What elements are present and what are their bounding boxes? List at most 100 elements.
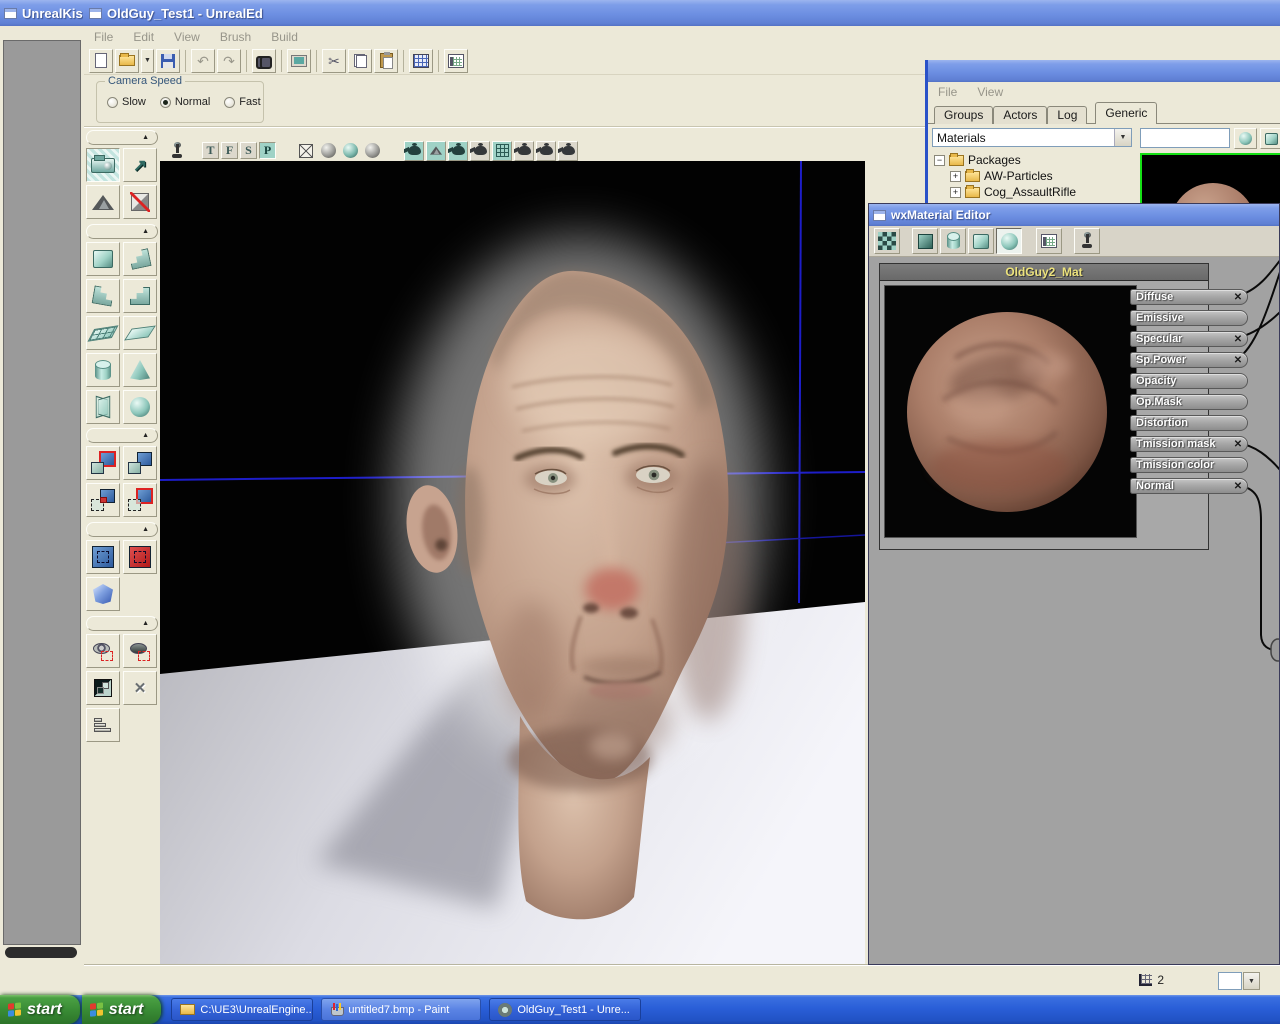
disconnect-icon[interactable]: ✕ [1232,481,1244,492]
toggle-controls-button[interactable] [1074,228,1100,254]
open-map-button[interactable] [115,49,139,73]
tool-geometry-edit-button[interactable] [123,185,157,219]
background-pattern-button[interactable] [874,228,900,254]
show-all-button[interactable]: ✕ [123,671,157,705]
status-combo-dropdown[interactable]: ▼ [1243,972,1260,990]
tree-item-packages[interactable]: − Packages [934,152,1132,168]
camera-speed-fast-radio[interactable]: Fast [224,96,260,108]
show-staticmeshes-button[interactable] [404,141,424,161]
menu-file[interactable]: File [84,30,123,44]
preview-plane-button[interactable] [912,228,938,254]
channel-sp-power[interactable]: Sp.Power✕ [1130,352,1248,368]
browser-menu-file[interactable]: File [928,85,967,99]
csg-add-button[interactable] [86,446,120,480]
kismet-workspace[interactable] [3,40,81,945]
fullscreen-button[interactable] [287,49,311,73]
add-special-brush-button[interactable] [86,540,120,574]
tree-collapse-box[interactable]: − [934,155,945,166]
start-button-secondary[interactable]: start [82,995,162,1024]
menu-view[interactable]: View [164,30,210,44]
channel-tmission-mask[interactable]: Tmission mask✕ [1130,436,1248,452]
menu-edit[interactable]: Edit [123,30,164,44]
copy-button[interactable] [348,49,372,73]
brush-curved-staircase-button[interactable] [123,242,157,276]
show-bsp-button[interactable] [448,141,468,161]
camera-section-header[interactable]: ▲ [86,130,158,145]
brush-volumetric-button[interactable] [86,390,120,424]
browser-category-combo[interactable]: Materials ▼ [932,128,1132,147]
view-perspective-button[interactable]: P [259,142,276,159]
preview-cube-button[interactable] [968,228,994,254]
wireframe-mode-button[interactable] [296,141,316,161]
unlit-mode-button[interactable] [318,141,338,161]
kismet-scrollbar-thumb[interactable] [5,947,77,958]
volume-section-header[interactable]: ▲ [86,522,158,537]
tree-item-cog-assaultrifle[interactable]: + Cog_AssaultRifle [934,184,1132,200]
brush-cylinder-button[interactable] [86,353,120,387]
show-terrain-button[interactable] [426,141,446,161]
preview-sphere-button[interactable] [996,228,1022,254]
align-button[interactable] [86,708,120,742]
main-titlebar[interactable]: OldGuy_Test1 - UnrealEd [85,0,1280,26]
undo-button[interactable]: ↶ [191,49,215,73]
browser-titlebar[interactable] [928,60,1280,82]
new-map-button[interactable] [89,49,113,73]
show-particles-button[interactable] [536,141,556,161]
tab-groups[interactable]: Groups [934,106,993,124]
show-selected-button[interactable] [86,634,120,668]
menu-brush[interactable]: Brush [210,30,261,44]
tree-item-aw-particles[interactable]: + AW-Particles [934,168,1132,184]
taskbar-item-unrealed[interactable]: OldGuy_Test1 - Unre... [489,998,641,1021]
brush-terrain-sheet-button[interactable] [86,316,120,350]
camera-speed-slow-radio[interactable]: Slow [107,96,146,108]
cut-button[interactable]: ✂ [322,49,346,73]
tool-translate-button[interactable]: ↗ [123,148,157,182]
brush-linear-staircase-button[interactable] [123,279,157,313]
show-sprites-button[interactable] [558,141,578,161]
save-map-button[interactable] [156,49,180,73]
channel-diffuse[interactable]: Diffuse✕ [1130,289,1248,305]
taskbar-item-explorer[interactable]: C:\UE3\UnrealEngine... [171,998,313,1021]
channel-normal[interactable]: Normal✕ [1130,478,1248,494]
channel-tmission-color[interactable]: Tmission color [1130,457,1248,473]
open-dropdown-button[interactable]: ▼ [141,49,154,73]
view-front-button[interactable]: F [221,142,238,159]
hide-selected-button[interactable] [123,634,157,668]
start-button[interactable]: start [0,995,80,1024]
csg-section-header[interactable]: ▲ [86,428,158,443]
channel-opacity[interactable]: Opacity [1130,373,1248,389]
viewport-lock-icon[interactable] [170,144,184,158]
perspective-viewport[interactable] [160,161,865,965]
tool-terrain-edit-button[interactable] [86,185,120,219]
status-combo-field[interactable] [1218,972,1242,990]
browser-cube-view-button[interactable] [1260,128,1280,149]
camera-speed-normal-radio[interactable]: Normal [160,96,210,108]
selection-section-header[interactable]: ▲ [86,616,158,631]
browser-sphere-view-button[interactable] [1234,128,1257,149]
menu-build[interactable]: Build [261,30,308,44]
invert-selection-button[interactable] [86,671,120,705]
brush-section-header[interactable]: ▲ [86,224,158,239]
material-editor-titlebar[interactable]: wxMaterial Editor [869,204,1279,226]
disconnect-icon[interactable]: ✕ [1232,439,1244,450]
material-graph-canvas[interactable]: OldGuy2_Mat [869,257,1280,965]
browser-menu-view[interactable]: View [967,85,1013,99]
show-fog-button[interactable] [514,141,534,161]
channel-op-mask[interactable]: Op.Mask [1130,394,1248,410]
preview-cylinder-button[interactable] [940,228,966,254]
redo-button[interactable]: ↷ [217,49,241,73]
view-top-button[interactable]: T [202,142,219,159]
disconnect-icon[interactable]: ✕ [1232,334,1244,345]
tree-expand-box[interactable]: + [950,187,961,198]
brush-cone-button[interactable] [123,353,157,387]
kismet-titlebar[interactable]: UnrealKis [0,0,88,26]
selected-material-thumbnail[interactable] [1140,153,1280,203]
taskbar-item-paint[interactable]: untitled7.bmp - Paint [321,998,481,1021]
tab-log[interactable]: Log [1047,106,1087,124]
brush-spiral-staircase-button[interactable] [86,279,120,313]
channel-distortion[interactable]: Distortion [1130,415,1248,431]
generic-browser-button[interactable] [444,49,468,73]
channel-specular[interactable]: Specular✕ [1130,331,1248,347]
brush-sphere-button[interactable] [123,390,157,424]
material-node-title[interactable]: OldGuy2_Mat [880,264,1208,281]
